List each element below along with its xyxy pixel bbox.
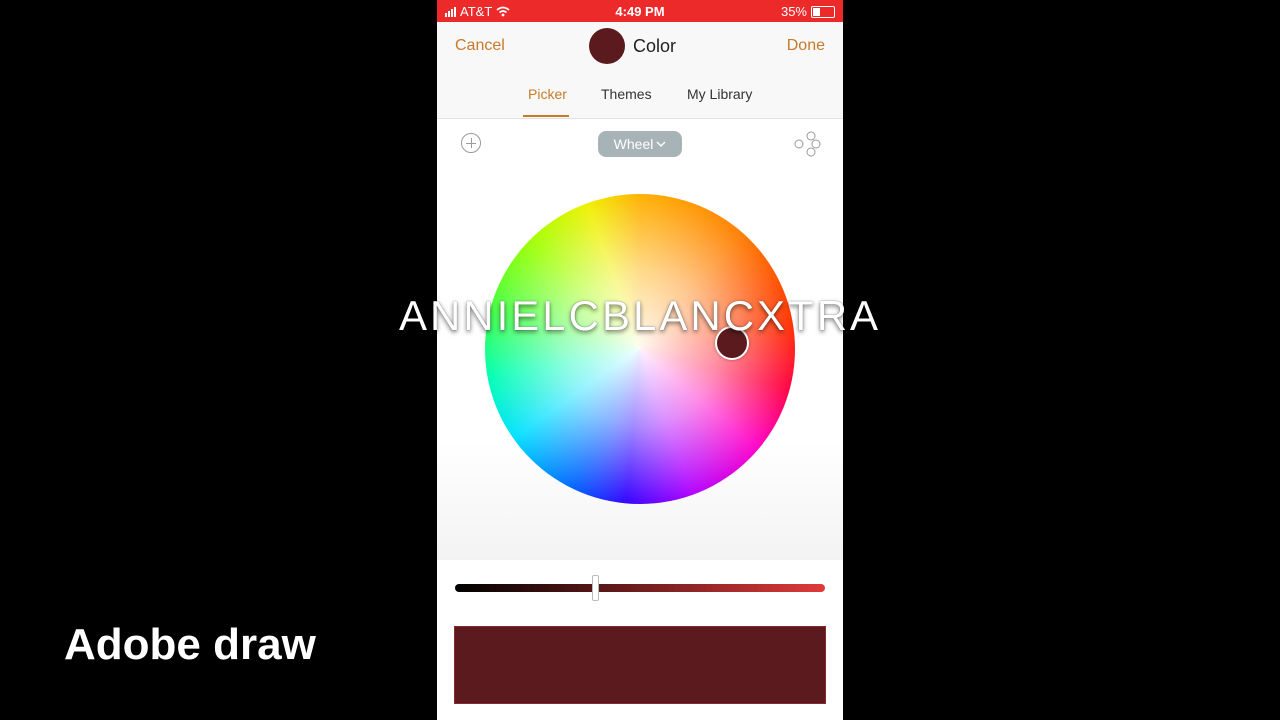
mode-label: Wheel [613, 136, 654, 152]
status-bar: AT&T 4:49 PM 35% [437, 0, 843, 22]
cancel-button[interactable]: Cancel [455, 37, 505, 55]
phone-screen: AT&T 4:49 PM 35% Cancel Color Done Picke… [437, 0, 843, 720]
brightness-slider[interactable] [455, 584, 825, 592]
picker-toolbar: Wheel [437, 128, 843, 160]
selected-color-swatch [589, 28, 625, 64]
color-preview [454, 626, 826, 704]
battery-icon [811, 5, 835, 18]
color-wheel-saturation [485, 194, 795, 504]
chevron-down-icon [656, 141, 666, 147]
video-caption: Adobe draw [64, 620, 316, 669]
brightness-slider-thumb[interactable] [592, 575, 599, 601]
plus-circle-icon[interactable] [461, 133, 481, 153]
color-wheel-area [437, 160, 843, 560]
share-nodes-icon[interactable] [793, 130, 821, 158]
tab-my-library[interactable]: My Library [687, 86, 752, 102]
tab-themes[interactable]: Themes [601, 86, 652, 102]
nav-title: Color [589, 28, 676, 64]
active-tab-indicator [523, 115, 569, 117]
page-title: Color [633, 35, 677, 56]
watermark-text: ANNIELCBLANCXTRA [398, 292, 882, 339]
mode-dropdown[interactable]: Wheel [598, 131, 682, 157]
status-right: 35% [781, 4, 835, 19]
battery-percent: 35% [780, 4, 807, 19]
nav-bar: Cancel Color Done [437, 22, 843, 72]
done-button[interactable]: Done [787, 37, 825, 55]
tab-picker[interactable]: Picker [528, 86, 567, 102]
tab-bar: Picker Themes My Library [437, 72, 843, 119]
